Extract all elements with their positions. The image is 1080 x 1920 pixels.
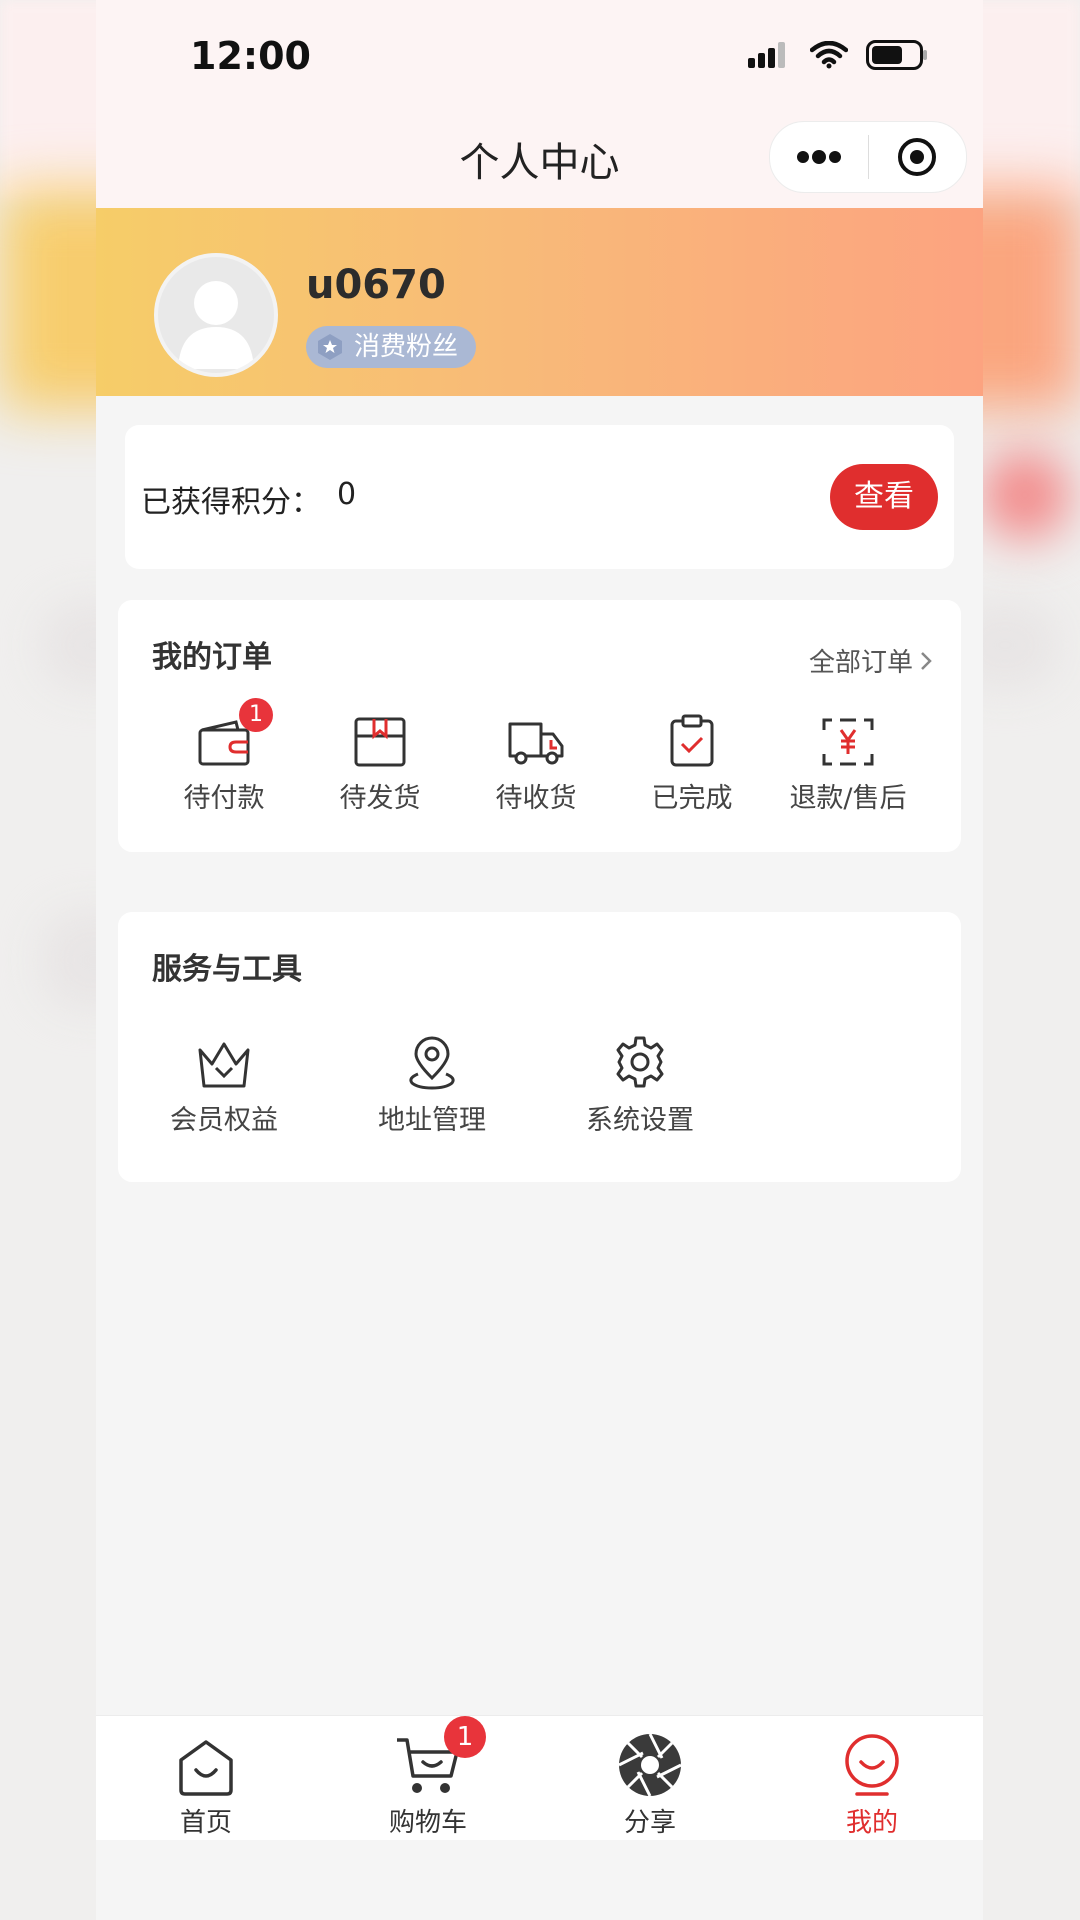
profile-header: u0670 消费粉丝 — [96, 208, 983, 396]
profile-icon — [845, 1734, 899, 1796]
aperture-icon — [618, 1733, 682, 1797]
bottom-tab-bar: 首页 1 购物车 分享 我的 — [96, 1715, 983, 1840]
order-pending-shipment[interactable]: 待发货 — [305, 710, 455, 815]
tab-label: 分享 — [623, 1808, 676, 1838]
tool-address-management[interactable]: 地址管理 — [357, 1032, 507, 1137]
tab-share[interactable]: 分享 — [580, 1726, 720, 1839]
more-button[interactable] — [770, 122, 868, 192]
member-level-badge: 消费粉丝 — [306, 326, 477, 368]
target-icon — [898, 138, 937, 176]
battery-icon — [866, 40, 927, 70]
tab-mine[interactable]: 我的 — [802, 1726, 942, 1839]
order-pending-payment[interactable]: 1 待付款 — [149, 698, 299, 815]
more-dots-icon — [796, 150, 841, 164]
all-orders-link[interactable]: 全部订单 — [809, 642, 933, 679]
star-hexagon-icon — [318, 334, 342, 360]
location-icon — [409, 1036, 455, 1090]
member-level-label: 消费粉丝 — [354, 332, 459, 362]
close-miniprogram-button[interactable] — [869, 122, 967, 192]
points-value: 0 — [337, 477, 357, 512]
cart-count-badge: 1 — [444, 1716, 486, 1758]
tool-item-label: 系统设置 — [586, 1105, 694, 1136]
services-tools-card: 服务与工具 会员权益 地址管理 系统设置 — [118, 912, 961, 1182]
order-refund-aftersales[interactable]: 退款/售后 — [773, 710, 923, 815]
status-time: 12:00 — [190, 34, 311, 78]
orders-title: 我的订单 — [152, 640, 272, 675]
order-completed[interactable]: 已完成 — [617, 710, 767, 815]
tools-title: 服务与工具 — [152, 952, 302, 987]
tab-label: 首页 — [179, 1808, 232, 1838]
view-points-button[interactable]: 查看 — [830, 464, 938, 530]
pending-payment-badge: 1 — [239, 698, 273, 732]
default-avatar-icon — [178, 281, 254, 369]
tool-item-label: 地址管理 — [378, 1105, 486, 1136]
tab-cart[interactable]: 1 购物车 — [358, 1716, 498, 1839]
tool-membership-benefits[interactable]: 会员权益 — [149, 1032, 299, 1137]
order-item-label: 待发货 — [339, 783, 421, 814]
username: u0670 — [306, 262, 446, 308]
truck-icon — [508, 722, 564, 765]
tab-home[interactable]: 首页 — [136, 1726, 276, 1839]
gear-icon — [616, 1036, 664, 1088]
crown-icon — [198, 1042, 250, 1088]
navigation-bar: 个人中心 — [96, 118, 983, 208]
home-icon — [179, 1740, 233, 1796]
tab-label: 购物车 — [388, 1808, 467, 1838]
miniprogram-capsule — [769, 121, 967, 193]
order-item-label: 退款/售后 — [789, 783, 907, 814]
tool-system-settings[interactable]: 系统设置 — [565, 1032, 715, 1137]
order-item-label: 已完成 — [651, 783, 733, 814]
order-pending-receipt[interactable]: 待收货 — [461, 710, 611, 815]
wifi-icon — [810, 41, 848, 69]
phone-screen: 12:00 个人中心 u0670 消费粉丝 已获得积分： 0 查看 我的订单 全… — [96, 0, 983, 1920]
status-icons — [748, 40, 928, 70]
my-orders-card: 我的订单 全部订单 1 待付款 待发货 待收货 已完成 退款/售后 — [118, 600, 961, 852]
package-icon — [354, 717, 406, 767]
points-label: 已获得积分： — [141, 485, 321, 520]
tab-label: 我的 — [845, 1808, 898, 1838]
order-item-label: 待收货 — [495, 783, 577, 814]
refund-icon — [822, 718, 874, 766]
clipboard-check-icon — [670, 714, 714, 767]
order-item-label: 待付款 — [183, 783, 265, 814]
signal-icon — [748, 42, 785, 68]
tool-item-label: 会员权益 — [170, 1105, 278, 1136]
status-bar: 12:00 — [96, 0, 983, 118]
all-orders-label: 全部订单 — [808, 648, 913, 678]
chevron-right-icon — [921, 651, 932, 670]
avatar[interactable] — [154, 253, 278, 377]
points-card: 已获得积分： 0 查看 — [125, 425, 954, 569]
